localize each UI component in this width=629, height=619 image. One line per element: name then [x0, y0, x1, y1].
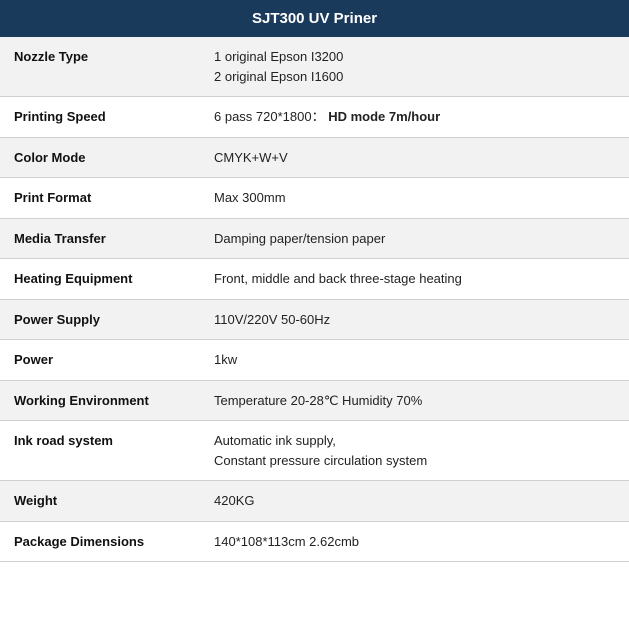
spec-label: Ink road system: [0, 421, 200, 481]
spec-value-normal: 6 pass 720*1800：: [214, 109, 328, 124]
spec-value-part: Automatic ink supply,: [214, 433, 336, 448]
table-row: Nozzle Type 1 original Epson I3200 2 origi…: [0, 37, 629, 97]
spec-value: Temperature 20-28℃ Humidity 70%: [200, 380, 629, 421]
table-row: Media TransferDamping paper/tension pape…: [0, 218, 629, 259]
spec-value: Front, middle and back three-stage heati…: [200, 259, 629, 300]
table-row: Power Supply110V/220V 50-60Hz: [0, 299, 629, 340]
spec-value: 140*108*113cm 2.62cmb: [200, 521, 629, 562]
spec-label: Color Mode: [0, 137, 200, 178]
spec-label: Heating Equipment: [0, 259, 200, 300]
spec-value-part: 1 original Epson I3200: [214, 49, 343, 64]
table-row: Package Dimensions140*108*113cm 2.62cmb: [0, 521, 629, 562]
spec-table: Nozzle Type 1 original Epson I3200 2 origi…: [0, 37, 629, 562]
spec-value: 6 pass 720*1800： HD mode 7m/hour: [200, 97, 629, 138]
spec-value: 1 original Epson I3200 2 original Epson I…: [200, 37, 629, 97]
spec-value: Max 300mm: [200, 178, 629, 219]
table-row: Print FormatMax 300mm: [0, 178, 629, 219]
table-row: Printing Speed6 pass 720*1800： HD mode 7…: [0, 97, 629, 138]
spec-label: Power Supply: [0, 299, 200, 340]
table-row: Heating EquipmentFront, middle and back …: [0, 259, 629, 300]
spec-label: Nozzle Type: [0, 37, 200, 97]
spec-value: Automatic ink supply, Constant pressure c…: [200, 421, 629, 481]
spec-value-part: Constant pressure circulation system: [214, 453, 427, 468]
spec-label: Media Transfer: [0, 218, 200, 259]
spec-value-bold: HD mode 7m/hour: [328, 109, 440, 124]
table-row: Working EnvironmentTemperature 20-28℃ Hu…: [0, 380, 629, 421]
spec-value: 1kw: [200, 340, 629, 381]
spec-value-part: 2 original Epson I1600: [214, 69, 343, 84]
spec-label: Package Dimensions: [0, 521, 200, 562]
table-row: Weight420KG: [0, 481, 629, 522]
spec-label: Printing Speed: [0, 97, 200, 138]
spec-label: Working Environment: [0, 380, 200, 421]
spec-table-container: SJT300 UV Priner Nozzle Type1 original E…: [0, 0, 629, 562]
spec-label: Print Format: [0, 178, 200, 219]
spec-value: CMYK+W+V: [200, 137, 629, 178]
spec-value: 420KG: [200, 481, 629, 522]
table-row: Power1kw: [0, 340, 629, 381]
spec-value: Damping paper/tension paper: [200, 218, 629, 259]
spec-value: 110V/220V 50-60Hz: [200, 299, 629, 340]
spec-label: Power: [0, 340, 200, 381]
table-row: Color ModeCMYK+W+V: [0, 137, 629, 178]
table-row: Ink road system Automatic ink supply, Cons…: [0, 421, 629, 481]
spec-label: Weight: [0, 481, 200, 522]
table-title: SJT300 UV Priner: [0, 0, 629, 37]
